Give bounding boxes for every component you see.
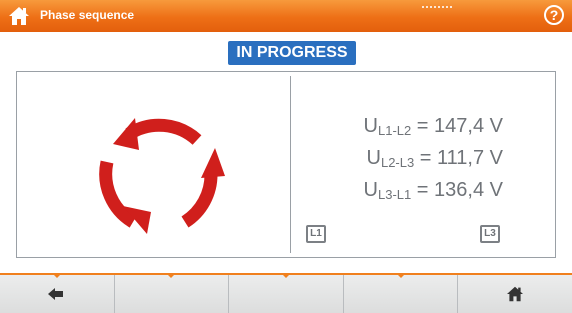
home-button[interactable] xyxy=(458,275,572,313)
back-button[interactable] xyxy=(0,273,115,313)
footer-toolbar xyxy=(0,273,572,313)
footer-button-4[interactable] xyxy=(343,273,459,313)
home-icon[interactable] xyxy=(8,6,30,26)
notch xyxy=(166,273,177,278)
phase-l3-indicator: L3 xyxy=(480,225,500,243)
page-title: Phase sequence xyxy=(40,8,135,22)
help-icon[interactable]: ? xyxy=(544,5,564,25)
rotation-arrows-icon xyxy=(99,118,225,234)
status-indicator-dots xyxy=(422,0,452,8)
phase-l1-indicator: L1 xyxy=(306,225,326,243)
footer-button-2[interactable] xyxy=(114,273,230,313)
voltage-l2-l3: UL2-L3 = 111,7 V xyxy=(366,147,503,170)
home-icon xyxy=(507,286,524,302)
measurement-panel: UL1-L2 = 147,4 V UL2-L3 = 111,7 V UL3-L1… xyxy=(16,71,556,258)
status-badge: IN PROGRESS xyxy=(228,41,356,65)
header-bar: Phase sequence ? xyxy=(0,0,572,32)
notch xyxy=(395,273,406,278)
voltage-l1-l2: UL1-L2 = 147,4 V xyxy=(363,115,503,138)
back-arrow-icon xyxy=(47,288,63,300)
panel-divider xyxy=(290,76,291,253)
voltage-l3-l1: UL3-L1 = 136,4 V xyxy=(363,179,503,202)
notch xyxy=(280,273,291,278)
footer-button-3[interactable] xyxy=(229,273,344,313)
notch xyxy=(51,273,62,278)
